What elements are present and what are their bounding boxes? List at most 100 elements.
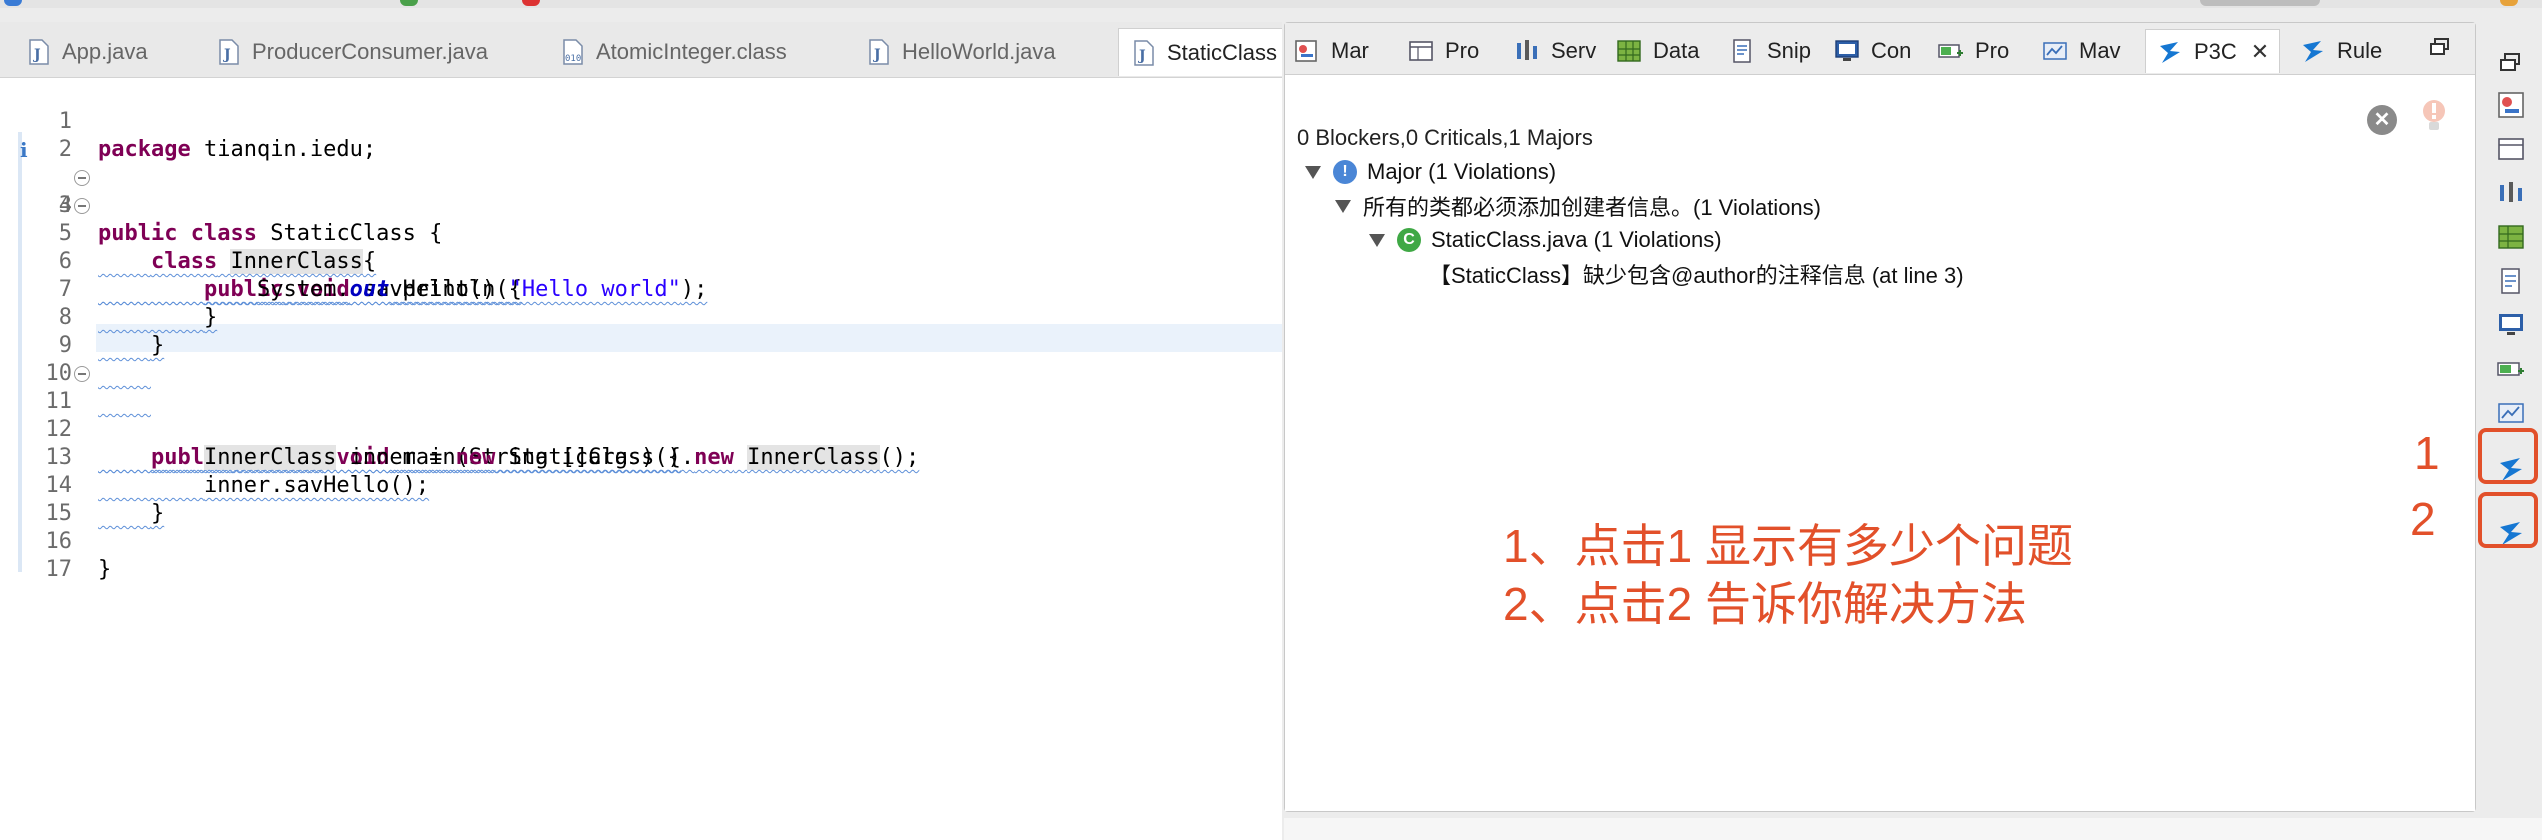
maximize-icon[interactable]: [2429, 37, 2451, 57]
editor-tab-atomic-integer[interactable]: 010 AtomicInteger.class: [548, 28, 787, 76]
editor-tab-staticclass[interactable]: J StaticClass: [1118, 28, 1282, 76]
code-line: 7 }: [0, 248, 1282, 330]
console-icon: [1833, 37, 1861, 65]
tab-label: Mav: [2079, 38, 2121, 63]
maven-icon: [2041, 37, 2069, 65]
tree-node-label: 【StaticClass】缺少包含@author的注释信息 (at line 3…: [1429, 263, 1964, 288]
code-line: 10: [0, 332, 1282, 386]
info-marker-icon[interactable]: i: [20, 140, 32, 160]
class-icon: C: [1397, 228, 1421, 252]
tab-label: Pro: [1445, 38, 1480, 63]
console-icon[interactable]: [2496, 310, 2526, 340]
tab-data-source[interactable]: Data: [1615, 29, 1699, 73]
stop-icon[interactable]: [522, 0, 540, 6]
code-line: 8 }: [0, 276, 1282, 358]
markers-icon: [1293, 37, 1321, 65]
restore-icon[interactable]: [2496, 48, 2526, 78]
annotation-step-2: 2、点击2 告诉你解决方法: [1503, 578, 2027, 630]
java-file-icon: J: [218, 39, 240, 65]
data-source-icon[interactable]: [2496, 222, 2526, 252]
code-line: 13 inner.savHello();: [0, 416, 1282, 498]
code-line: 9: [0, 304, 1282, 358]
view-tab-bar: Mar Pro Serv Data Snip Con Pro Mav P3C ✕…: [1285, 23, 2475, 75]
expand-arrow-icon[interactable]: [1305, 165, 1321, 179]
tab-label: Snip: [1767, 38, 1812, 63]
run-icon[interactable]: [400, 0, 418, 6]
servers-icon[interactable]: [2496, 178, 2526, 208]
code-line: 5 public void savHello() {: [0, 192, 1282, 302]
close-icon[interactable]: ✕: [2251, 39, 2269, 65]
svg-text:J: J: [872, 47, 881, 63]
tab-label: ProducerConsumer.java: [252, 39, 489, 64]
code-line: 12 InnerClass inner = new StaticClass().…: [0, 388, 1282, 470]
expand-arrow-icon[interactable]: [1335, 199, 1351, 213]
progress-icon: [1937, 37, 1965, 65]
annotation-marker-1: 1: [2414, 427, 2440, 479]
tree-node-label: StaticClass.java (1 Violations): [1431, 227, 1722, 252]
java-file-icon: J: [1133, 39, 1155, 66]
java-file-icon: J: [868, 39, 890, 65]
svg-text:010: 010: [565, 54, 581, 64]
tree-node-file[interactable]: C StaticClass.java (1 Violations): [1369, 225, 1722, 255]
tab-label: Mar: [1331, 38, 1369, 63]
properties-icon[interactable]: [2496, 134, 2526, 164]
tab-properties[interactable]: Pro: [1407, 29, 1479, 73]
tree-node-major[interactable]: ! Major (1 Violations): [1305, 157, 1556, 187]
code-editor: J App.java J ProducerConsumer.java 010 A…: [0, 22, 1282, 840]
code-line: 11 public static void main(String []args…: [0, 360, 1282, 470]
code-line: 17: [0, 528, 1282, 582]
code-text-area[interactable]: 1 package tianqin.iedu; 2 i 3 public cla…: [0, 78, 1282, 840]
annotation-marker-2: 2: [2410, 493, 2436, 545]
tree-node-label: Major (1 Violations): [1367, 159, 1557, 184]
tab-p3c-rule[interactable]: Rule: [2299, 29, 2382, 73]
tab-console[interactable]: Con: [1833, 29, 1911, 73]
p3c-view-pane: Mar Pro Serv Data Snip Con Pro Mav P3C ✕…: [1284, 22, 2476, 812]
editor-tab-helloworld[interactable]: J HelloWorld.java: [854, 28, 1056, 76]
code-line: i 3 public class StaticClass {: [0, 136, 1282, 246]
markers-icon[interactable]: [2496, 90, 2526, 120]
perspective-icon[interactable]: [2500, 0, 2518, 6]
tab-progress[interactable]: Pro: [1937, 29, 2009, 73]
line-number: 17: [45, 557, 73, 582]
tab-snippets[interactable]: Snip: [1729, 29, 1811, 73]
tab-p3c[interactable]: P3C ✕: [2145, 29, 2281, 73]
search-field[interactable]: [2200, 0, 2320, 6]
editor-tab-app[interactable]: J App.java: [14, 28, 148, 76]
tree-node-violation[interactable]: 【StaticClass】缺少包含@author的注释信息 (at line 3…: [1429, 259, 1964, 289]
tab-servers[interactable]: Serv: [1513, 29, 1596, 73]
snippets-icon[interactable]: [2496, 266, 2526, 296]
highlight-box-2: [2478, 492, 2538, 548]
maven-icon[interactable]: [2496, 398, 2526, 428]
clear-results-icon[interactable]: ✕: [2367, 105, 2397, 135]
tab-label: AtomicInteger.class: [596, 39, 787, 64]
ide-window: J App.java J ProducerConsumer.java 010 A…: [0, 0, 2542, 840]
main-toolbar: [0, 0, 2542, 8]
quick-fix-bulb-icon[interactable]: [2419, 97, 2449, 137]
class-file-icon: 010: [562, 39, 584, 65]
svg-text:J: J: [1137, 48, 1146, 64]
code-line: 6 System.out.println("Hello world");: [0, 220, 1282, 302]
fold-toggle-icon[interactable]: [74, 170, 90, 186]
tab-markers[interactable]: Mar: [1293, 29, 1369, 73]
tab-label: StaticClass: [1167, 39, 1278, 65]
status-strip: [1284, 818, 2542, 840]
tab-maven[interactable]: Mav: [2041, 29, 2121, 73]
editor-tab-producer-consumer[interactable]: J ProducerConsumer.java: [204, 28, 488, 76]
tab-label: Serv: [1551, 38, 1597, 63]
snippets-icon: [1729, 37, 1757, 65]
major-info-icon: !: [1333, 160, 1357, 184]
java-file-icon: J: [28, 39, 50, 65]
expand-arrow-icon[interactable]: [1369, 233, 1385, 247]
progress-icon[interactable]: [2496, 354, 2526, 384]
svg-text:J: J: [32, 47, 41, 63]
tab-label: App.java: [62, 39, 148, 64]
tree-node-rule[interactable]: 所有的类都必须添加创建者信息。(1 Violations): [1335, 191, 1821, 221]
fold-toggle-icon[interactable]: [74, 198, 90, 214]
tab-label: Con: [1871, 38, 1912, 63]
servers-icon: [1513, 37, 1541, 65]
code-line: 16 }: [0, 500, 1282, 582]
fold-toggle-icon[interactable]: [74, 366, 90, 382]
toolbar-button-icon[interactable]: [4, 0, 22, 6]
tab-label: P3C: [2194, 38, 2237, 64]
code-line: 15: [0, 472, 1282, 526]
